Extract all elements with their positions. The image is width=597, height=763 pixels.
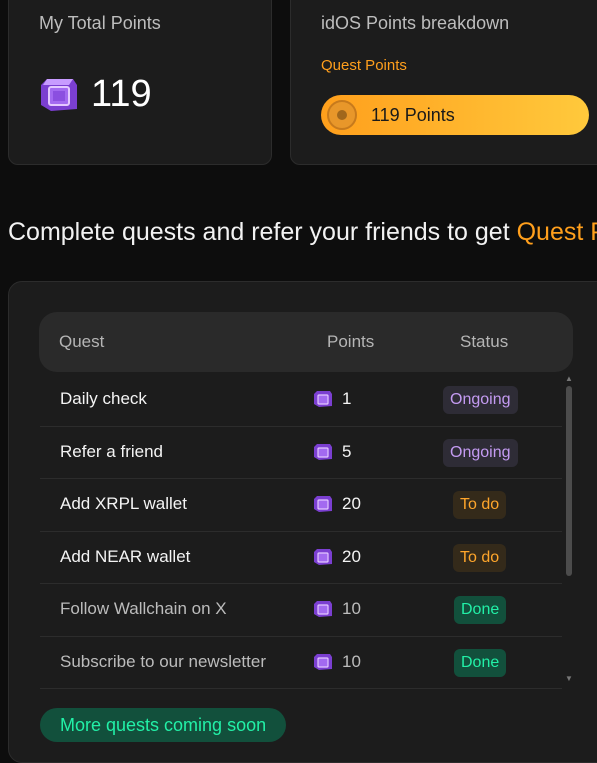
quest-name: Add NEAR wallet	[60, 546, 191, 566]
quest-points: 5	[342, 441, 352, 461]
quest-table-header: Quest Points Status	[39, 312, 573, 372]
quest-points: 20	[342, 494, 361, 513]
points-cube-icon	[314, 443, 332, 460]
quest-row[interactable]: Daily check 1 Ongoing	[40, 374, 562, 427]
quest-row[interactable]: Add XRPL wallet 20 To do	[40, 479, 562, 532]
quest-row[interactable]: Refer a friend 5 Ongoing	[40, 427, 562, 479]
headline-accent: Quest P	[516, 218, 597, 246]
header-points: Points	[327, 332, 375, 351]
total-points-card: My Total Points 119	[8, 0, 272, 165]
scroll-up-arrow-icon[interactable]: ▲	[565, 374, 573, 383]
quest-list-scrollbar[interactable]: ▲ ▼	[565, 374, 573, 684]
quest-points-bar-label: 119 Points	[371, 105, 455, 125]
quest-points: 20	[342, 546, 361, 566]
points-breakdown-title: idOS Points breakdown	[321, 13, 510, 33]
quest-points: 10	[342, 599, 361, 618]
quest-points-label: Quest Points	[321, 57, 407, 74]
quest-table-body: Daily check 1 Ongoing Refer a friend 5 O…	[40, 374, 562, 689]
quest-name: Add XRPL wallet	[60, 494, 187, 513]
quest-row[interactable]: Subscribe to our newsletter 10 Done	[40, 637, 562, 689]
quest-row[interactable]: Add NEAR wallet 20 To do	[40, 532, 562, 584]
quest-row[interactable]: Follow Wallchain on X 10 Done	[40, 584, 562, 637]
scroll-down-arrow-icon[interactable]: ▼	[565, 674, 573, 683]
more-quests-badge: More quests coming soon	[40, 708, 287, 742]
status-badge: To do	[453, 543, 507, 572]
quest-name: Daily check	[60, 389, 147, 408]
total-points-value: 119	[91, 73, 152, 115]
quest-name: Subscribe to our newsletter	[60, 651, 266, 671]
points-cube-icon	[314, 601, 332, 617]
status-badge: Done	[454, 596, 507, 624]
points-cube-icon	[314, 496, 332, 512]
header-status: Status	[460, 332, 509, 351]
status-badge: To do	[453, 491, 507, 519]
quest-name: Refer a friend	[60, 441, 163, 461]
points-cube-icon	[314, 391, 332, 407]
quest-panel: Quest Points Status Daily check 1 Ongoin…	[8, 281, 597, 763]
status-badge: Done	[454, 648, 507, 677]
points-cube-icon	[41, 79, 77, 111]
status-badge: Ongoing	[443, 438, 518, 467]
total-points-title: My Total Points	[39, 13, 161, 33]
quest-name: Follow Wallchain on X	[60, 599, 227, 618]
quest-points: 10	[342, 651, 361, 671]
scrollbar-thumb[interactable]	[566, 386, 572, 576]
status-badge: Ongoing	[443, 386, 518, 414]
points-breakdown-card: idOS Points breakdown Quest Points 119 P…	[290, 0, 597, 165]
header-quest: Quest	[59, 332, 105, 351]
quests-headline: Complete quests and refer your friends t…	[8, 218, 597, 247]
points-cube-icon	[314, 548, 332, 565]
quest-points-bar: 119 Points	[321, 95, 589, 135]
quest-points: 1	[342, 389, 352, 408]
points-cube-icon	[314, 653, 332, 670]
coin-icon	[327, 100, 357, 130]
headline-text: Complete quests and refer your friends t…	[8, 218, 517, 246]
